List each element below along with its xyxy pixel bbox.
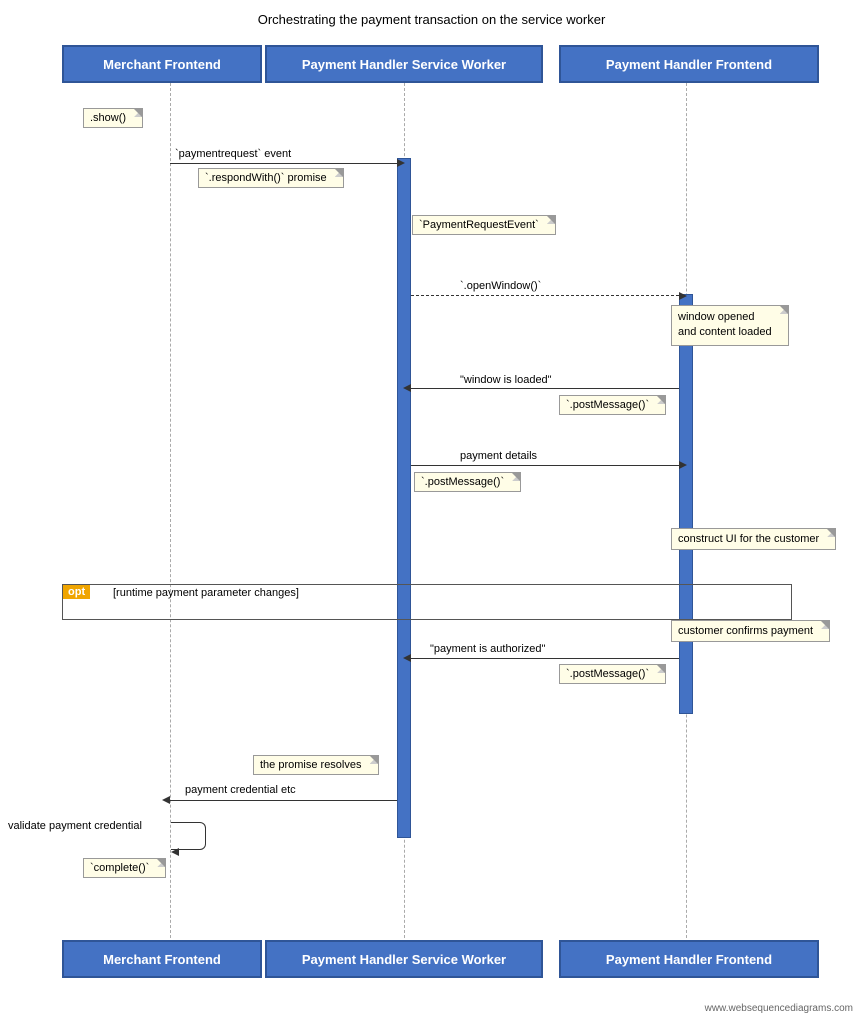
opt-box: opt [runtime payment parameter changes] (62, 584, 792, 620)
actor-phf-bottom: Payment Handler Frontend (559, 940, 819, 978)
complete-note: `complete()` (83, 858, 166, 878)
self-loop-merchant (171, 822, 206, 850)
label-paymentrequest: `paymentrequest` event (175, 148, 291, 160)
arrow-payment-details (411, 465, 679, 466)
opt-condition: [runtime payment parameter changes] (113, 587, 299, 599)
show-note: .show() (83, 108, 143, 128)
window-opened-note: window openedand content loaded (671, 305, 789, 346)
paymentrequestevent-note: `PaymentRequestEvent` (412, 215, 556, 235)
actor-sw-bottom: Payment Handler Service Worker (265, 940, 543, 978)
respondwith-note: `.respondWith()` promise (198, 168, 344, 188)
label-payment-details: payment details (460, 450, 537, 462)
arrow-paymentrequest (170, 163, 397, 164)
footer: www.websequencediagrams.com (705, 1003, 853, 1014)
validate-label: validate payment credential (8, 820, 142, 832)
actor-merchant-bottom: Merchant Frontend (62, 940, 262, 978)
construct-ui-note: construct UI for the customer (671, 528, 836, 550)
actor-sw-top: Payment Handler Service Worker (265, 45, 543, 83)
self-loop-arrowhead (171, 848, 179, 856)
label-window-loaded: "window is loaded" (460, 374, 552, 386)
customer-confirms-note: customer confirms payment (671, 620, 830, 642)
opt-label: opt (63, 585, 90, 599)
label-openwindow: `.openWindow()` (460, 280, 541, 292)
arrow-window-loaded (411, 388, 679, 389)
actor-merchant-top: Merchant Frontend (62, 45, 262, 83)
postmessage-note-2: `.postMessage()` (414, 472, 521, 492)
activation-phf (679, 294, 693, 714)
diagram-title: Orchestrating the payment transaction on… (0, 0, 863, 35)
label-payment-credential: payment credential etc (185, 784, 296, 796)
arrow-payment-credential (170, 800, 397, 801)
arrow-openwindow (411, 295, 679, 296)
postmessage-note-1: `.postMessage()` (559, 395, 666, 415)
promise-resolves-note: the promise resolves (253, 755, 379, 775)
actor-phf-top: Payment Handler Frontend (559, 45, 819, 83)
arrow-payment-authorized (411, 658, 679, 659)
postmessage-note-3: `.postMessage()` (559, 664, 666, 684)
label-payment-authorized: "payment is authorized" (430, 643, 545, 655)
activation-sw (397, 158, 411, 838)
